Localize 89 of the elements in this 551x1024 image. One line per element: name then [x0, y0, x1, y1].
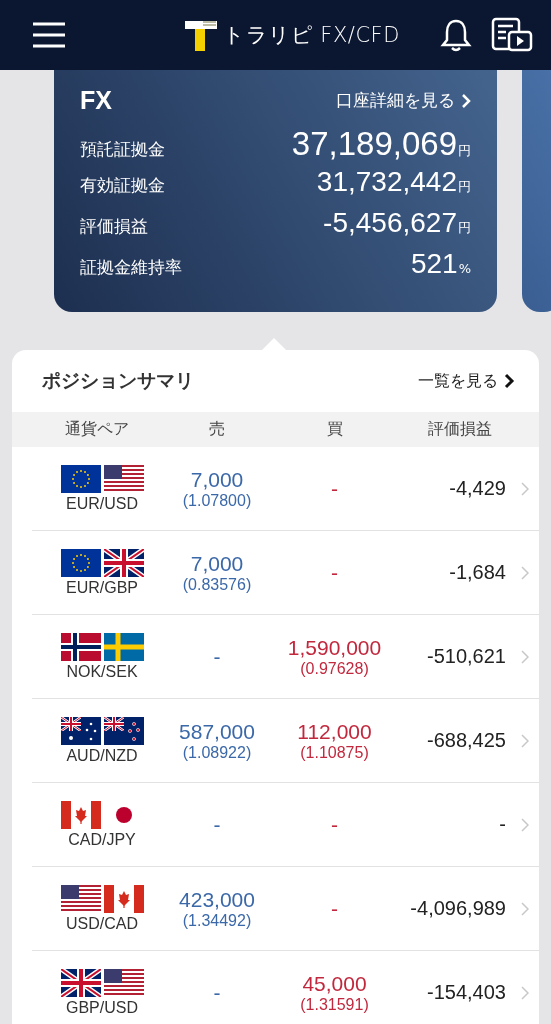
profit-loss: -4,096,989 [409, 897, 507, 920]
position-row[interactable]: CAD/JPY - - - [32, 783, 539, 867]
brand-name: トラリピ FX/CFD [223, 22, 400, 49]
flag-icon [103, 464, 144, 493]
currency-pair: USD/CAD [66, 914, 138, 933]
position-row[interactable]: EUR/GBP 7,000 (0.83576) - -1,684 [32, 531, 539, 615]
profit-loss: -4,429 [448, 477, 507, 500]
currency-pair: CAD/JPY [68, 830, 136, 849]
flag-icon [103, 548, 144, 577]
flag-icon [60, 884, 101, 913]
currency-pair: EUR/GBP [66, 578, 138, 597]
logo-icon [185, 19, 218, 51]
balance-label: 有効証拠金 [80, 174, 165, 197]
profit-loss: -154,403 [426, 981, 507, 1004]
chevron-icon [521, 649, 529, 664]
buy-quantity: - [331, 896, 338, 921]
bell-icon[interactable] [439, 18, 473, 52]
unit-label: 円 [458, 178, 471, 196]
sell-quantity: - [213, 980, 221, 1005]
column-header: 通貨ペア [64, 419, 130, 440]
flag-icon [60, 632, 101, 661]
flag-icon [60, 464, 101, 493]
unit-label: 円 [458, 219, 471, 237]
sell-quantity: 7,000 [190, 467, 244, 492]
buy-quantity: 45,000 [302, 971, 367, 996]
balance-label: 証拠金維持率 [80, 256, 182, 279]
flag-icon [60, 968, 101, 997]
card-title: FX [80, 86, 112, 115]
position-row[interactable]: USD/CAD 423,000 (1.34492) - -4,096,989 [32, 867, 539, 951]
sell-rate: (1.34492) [182, 911, 252, 930]
panel-title: ポジションサマリ [42, 368, 194, 393]
chevron-icon [521, 481, 529, 496]
sell-quantity: - [213, 644, 221, 669]
sell-rate: (0.83576) [182, 575, 252, 594]
account-details-link[interactable]: 口座詳細を見る [336, 89, 471, 112]
chevron-icon [521, 817, 529, 832]
buy-quantity: - [331, 812, 338, 837]
column-header: 買 [325, 419, 344, 440]
position-row[interactable]: GBP/USD - 45,000 (1.31591) -154,403 [32, 951, 539, 1024]
view-list-link[interactable]: 一覧を見る [418, 370, 515, 392]
sell-rate: (1.07800) [182, 491, 252, 510]
balance-value: -5,456,627 [323, 207, 457, 239]
buy-rate: (0.97628) [300, 659, 369, 678]
document-play-icon[interactable] [491, 17, 533, 53]
sell-quantity: 423,000 [179, 887, 255, 912]
flag-icon [103, 884, 144, 913]
currency-pair: GBP/USD [66, 998, 138, 1017]
chevron-icon [521, 901, 529, 916]
balance-label: 評価損益 [80, 215, 148, 238]
chevron-icon [521, 565, 529, 580]
buy-quantity: - [331, 476, 338, 501]
flag-icon [60, 800, 101, 829]
profit-loss: -1,684 [448, 561, 507, 584]
flag-icon [103, 632, 144, 661]
chevron-icon [521, 985, 529, 1000]
flag-icon [60, 716, 101, 745]
unit-label: % [458, 261, 471, 276]
buy-rate: (1.10875) [300, 743, 369, 762]
sell-rate: (1.08922) [182, 743, 252, 762]
balance-value: 521 [410, 248, 458, 280]
position-row[interactable]: EUR/USD 7,000 (1.07800) - -4,429 [32, 447, 539, 531]
profit-loss: -510,621 [426, 645, 507, 668]
buy-quantity: - [331, 560, 338, 585]
column-header: 売 [208, 419, 226, 440]
chevron-icon [521, 733, 529, 748]
buy-quantity: 112,000 [297, 719, 372, 744]
chevron-icon [504, 373, 515, 389]
sell-quantity: 587,000 [179, 719, 255, 744]
column-header: 評価損益 [426, 419, 493, 440]
position-row[interactable]: AUD/NZD 587,000 (1.08922) 112,000 (1.10875) -688,425 [32, 699, 539, 783]
sell-quantity: 7,000 [190, 551, 244, 576]
currency-pair: AUD/NZD [66, 746, 138, 765]
profit-loss: - [498, 813, 507, 836]
menu-icon[interactable] [32, 22, 66, 48]
flag-icon [103, 968, 144, 997]
sell-quantity: - [213, 812, 221, 837]
currency-pair: EUR/USD [66, 494, 138, 513]
buy-rate: (1.31591) [300, 995, 369, 1014]
chevron-icon [461, 92, 471, 109]
buy-quantity: 1,590,000 [287, 635, 382, 660]
position-row[interactable]: NOK/SEK - 1,590,000 (0.97628) -510,621 [32, 615, 539, 699]
currency-pair: NOK/SEK [66, 662, 138, 681]
balance-label: 預託証拠金 [80, 138, 165, 161]
balance-value: 31,732,442 [316, 166, 457, 198]
balance-value: 37,189,069 [291, 125, 457, 163]
unit-label: 円 [458, 142, 471, 160]
profit-loss: -688,425 [426, 729, 507, 752]
flag-icon [103, 716, 144, 745]
flag-icon [60, 548, 101, 577]
